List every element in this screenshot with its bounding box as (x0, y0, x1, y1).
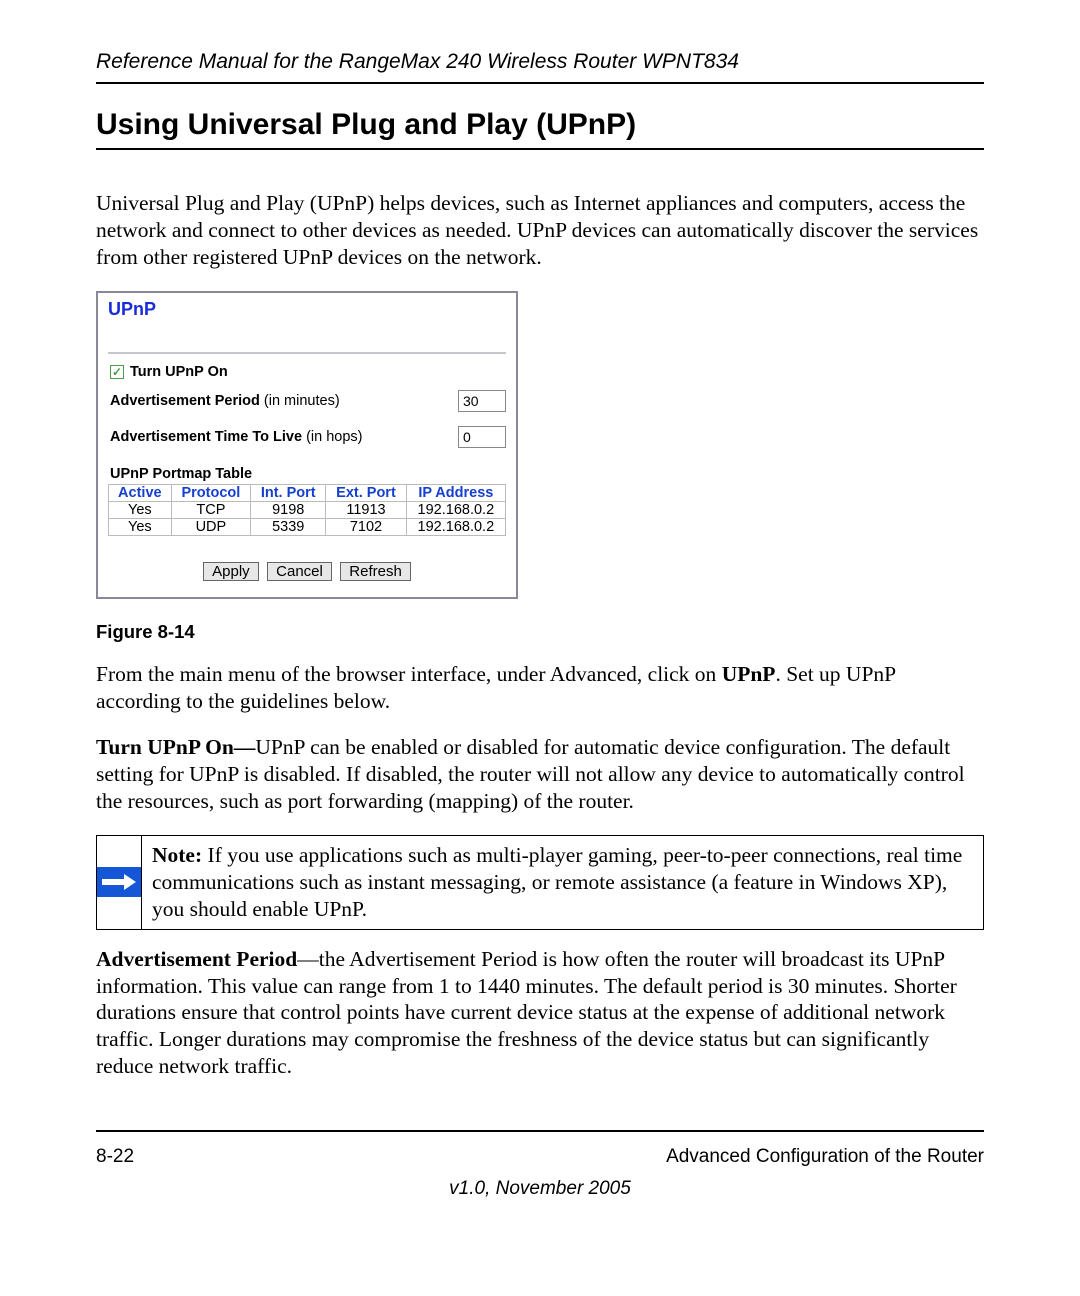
col-ip-address: IP Address (406, 484, 505, 501)
turn-upnp-on-label: Turn UPnP On (130, 364, 228, 380)
advertisement-period-row: Advertisement Period (in minutes) 30 (110, 390, 506, 412)
note-text: If you use applications such as multi-pl… (152, 843, 962, 921)
paragraph-advertisement-period: Advertisement Period—the Advertisement P… (96, 946, 984, 1080)
advertisement-ttl-label-bold: Advertisement Time To Live (110, 429, 302, 445)
section-title-rule (96, 148, 984, 150)
advertisement-period-input[interactable]: 30 (458, 390, 506, 412)
footer-rule (96, 1130, 984, 1132)
chapter-name: Advanced Configuration of the Router (666, 1146, 984, 1168)
checkmark-icon: ✓ (112, 366, 122, 378)
portmap-table-title: UPnP Portmap Table (110, 466, 506, 482)
note-box: Note: If you use applications such as mu… (96, 835, 984, 930)
refresh-button[interactable]: Refresh (340, 562, 411, 581)
button-row: Apply Cancel Refresh (108, 562, 506, 581)
table-row: Yes TCP 9198 11913 192.168.0.2 (109, 501, 506, 518)
panel-divider (108, 352, 506, 354)
arrow-right-icon (97, 867, 141, 897)
note-label: Note: (152, 843, 202, 867)
advertisement-ttl-input[interactable]: 0 (458, 426, 506, 448)
intro-paragraph: Universal Plug and Play (UPnP) helps dev… (96, 190, 984, 271)
turn-upnp-on-checkbox[interactable]: ✓ (110, 365, 124, 379)
page-number: 8-22 (96, 1146, 134, 1168)
apply-button[interactable]: Apply (203, 562, 259, 581)
col-ext-port: Ext. Port (326, 484, 406, 501)
figure-upnp-panel: UPnP ✓ Turn UPnP On Advertisement Period… (96, 291, 518, 599)
section-title: Using Universal Plug and Play (UPnP) (96, 108, 984, 142)
table-row: Yes UDP 5339 7102 192.168.0.2 (109, 518, 506, 535)
panel-title: UPnP (108, 299, 506, 320)
cancel-button[interactable]: Cancel (267, 562, 332, 581)
advertisement-period-label-bold: Advertisement Period (110, 393, 260, 409)
header-rule (96, 82, 984, 84)
turn-upnp-on-row: ✓ Turn UPnP On (110, 364, 506, 380)
col-active: Active (109, 484, 172, 501)
running-header: Reference Manual for the RangeMax 240 Wi… (96, 50, 984, 74)
portmap-table: Active Protocol Int. Port Ext. Port IP A… (108, 484, 506, 536)
footer-version: v1.0, November 2005 (0, 1178, 1080, 1200)
paragraph-after-figure-1: From the main menu of the browser interf… (96, 661, 984, 715)
col-protocol: Protocol (171, 484, 251, 501)
advertisement-ttl-row: Advertisement Time To Live (in hops) 0 (110, 426, 506, 448)
figure-caption: Figure 8-14 (96, 621, 984, 643)
paragraph-turn-upnp-on: Turn UPnP On—UPnP can be enabled or disa… (96, 734, 984, 815)
advertisement-period-label-rest: (in minutes) (260, 393, 340, 409)
col-int-port: Int. Port (251, 484, 326, 501)
advertisement-ttl-label-rest: (in hops) (302, 429, 362, 445)
